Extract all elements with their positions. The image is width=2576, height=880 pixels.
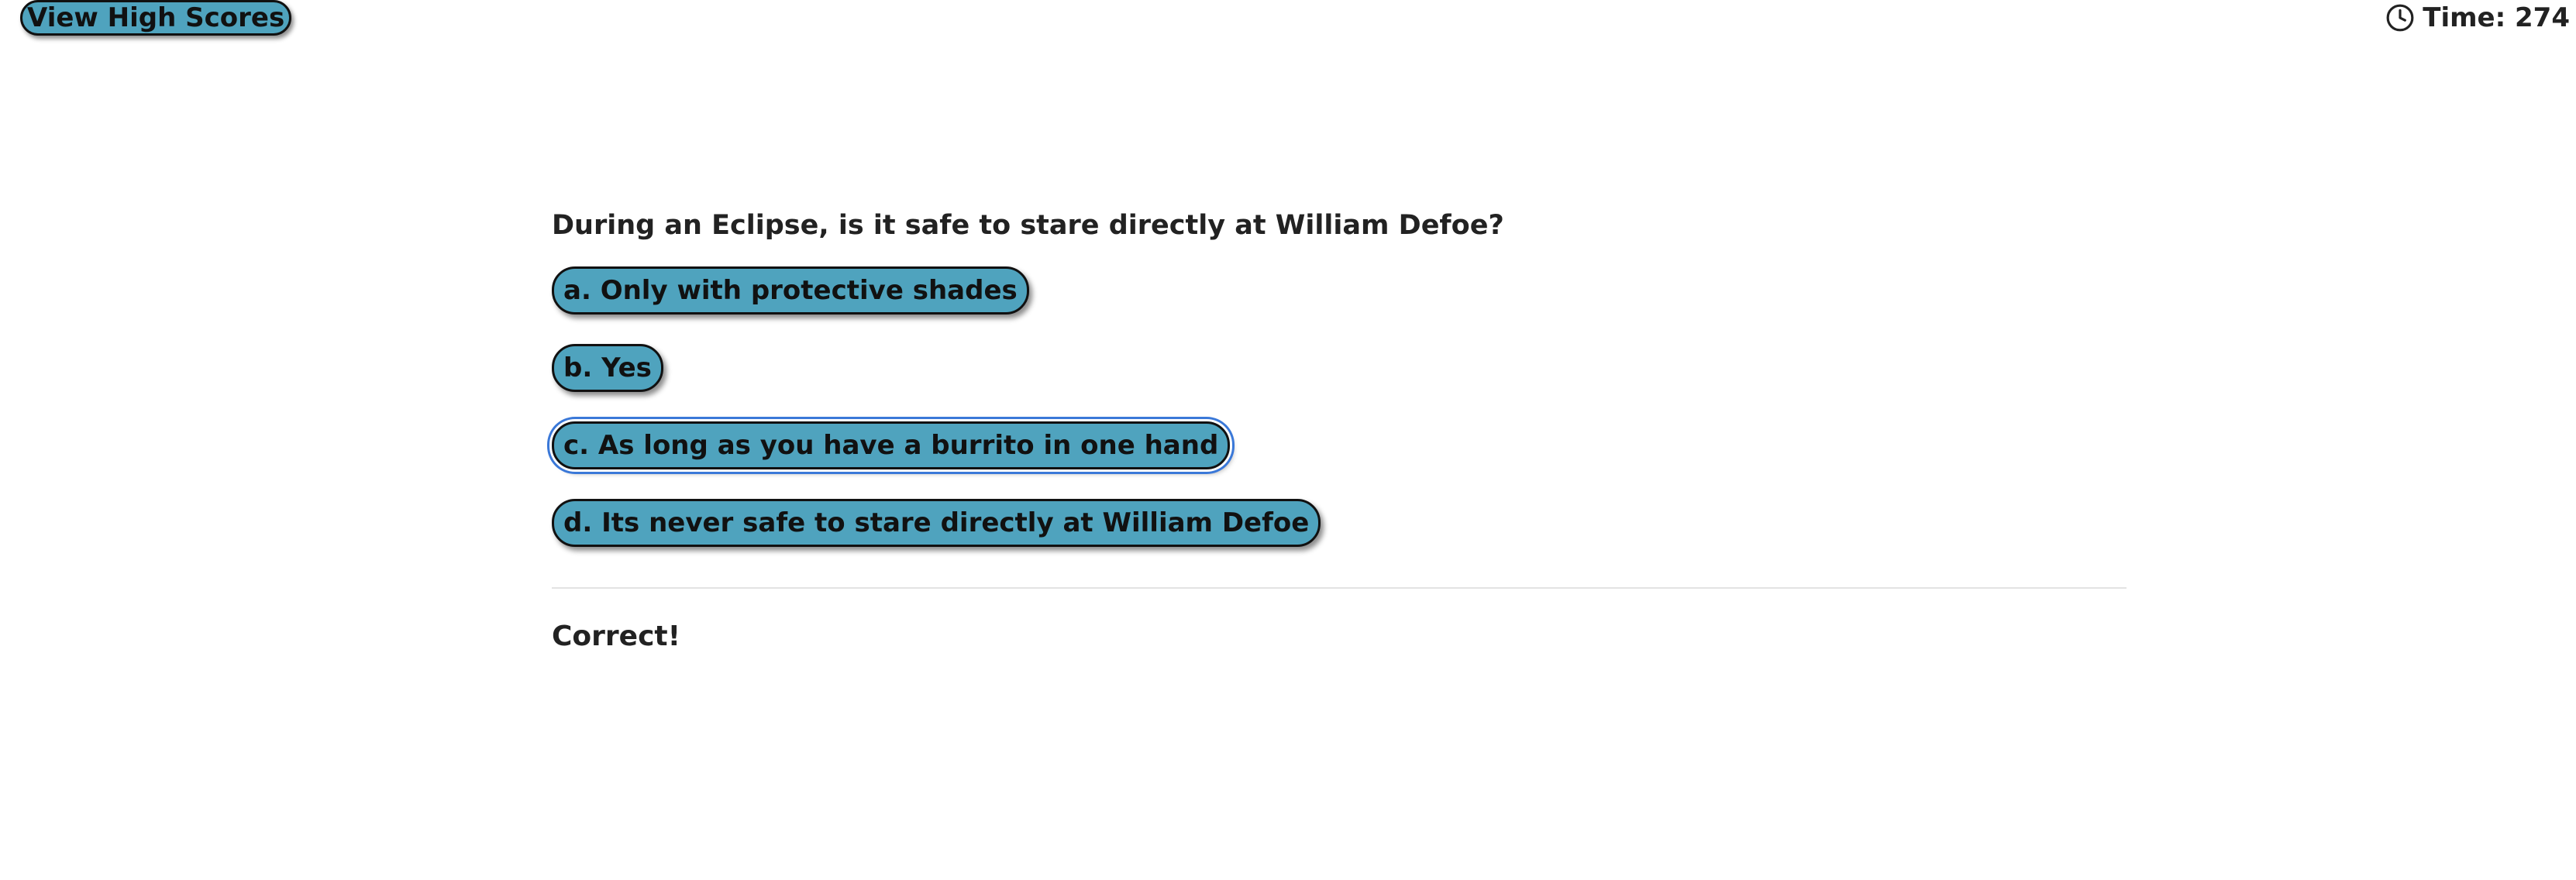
timer: Time: 274	[2385, 0, 2570, 36]
divider	[552, 587, 2127, 589]
quiz-container: During an Eclipse, is it safe to stare d…	[552, 203, 2127, 654]
answer-choices: a. Only with protective shades b. Yes c.…	[552, 266, 2127, 547]
question-text: During an Eclipse, is it safe to stare d…	[552, 210, 1504, 241]
answer-choice-b[interactable]: b. Yes	[552, 344, 663, 392]
answer-choice-c[interactable]: c. As long as you have a burrito in one …	[552, 421, 1231, 469]
answer-feedback: Correct!	[552, 620, 681, 652]
quiz-page: View High Scores Time: 274 During an Ecl…	[0, 0, 2576, 880]
view-high-scores-button[interactable]: View High Scores	[20, 0, 292, 36]
clock-icon	[2386, 4, 2414, 32]
timer-label: Time: 274	[2423, 2, 2570, 33]
answer-choice-d[interactable]: d. Its never safe to stare directly at W…	[552, 499, 1321, 547]
answer-choice-a[interactable]: a. Only with protective shades	[552, 266, 1029, 315]
